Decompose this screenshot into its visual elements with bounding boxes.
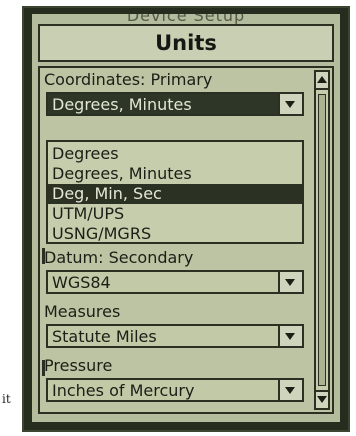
option-utm-ups[interactable]: UTM/UPS xyxy=(48,204,302,224)
coordinates-selected-value: Degrees, Minutes xyxy=(52,95,192,114)
scrollbar[interactable] xyxy=(314,70,330,410)
device-bezel: Device Setup Units Coordinates: Primary … xyxy=(22,6,350,432)
scroll-up-arrow-icon[interactable] xyxy=(316,72,328,90)
page-caption: it xyxy=(2,392,11,406)
chevron-down-icon[interactable] xyxy=(278,94,302,114)
chevron-down-icon[interactable] xyxy=(278,326,302,346)
option-degrees-minutes[interactable]: Degrees, Minutes xyxy=(48,164,302,184)
chevron-down-icon[interactable] xyxy=(278,380,302,400)
pressure-dropdown[interactable]: Inches of Mercury xyxy=(46,378,304,402)
settings-panel: Coordinates: Primary Degrees, Minutes De… xyxy=(38,66,334,414)
coordinates-dropdown[interactable]: Degrees, Minutes xyxy=(46,92,304,116)
option-degrees[interactable]: Degrees xyxy=(48,144,302,164)
option-usng-mgrs[interactable]: USNG/MGRS xyxy=(48,224,302,244)
datum-label: Datum: Secondary xyxy=(44,248,194,267)
chevron-down-icon[interactable] xyxy=(278,272,302,292)
measures-dropdown[interactable]: Statute Miles xyxy=(46,324,304,348)
coordinates-label: Coordinates: Primary xyxy=(44,70,213,89)
datum-dropdown[interactable]: WGS84 xyxy=(46,270,304,294)
scroll-thumb[interactable] xyxy=(318,94,326,386)
pressure-label: Pressure xyxy=(44,356,113,375)
datum-selected-value: WGS84 xyxy=(52,273,111,292)
option-deg-min-sec[interactable]: Deg, Min, Sec xyxy=(48,184,302,204)
page-title: Units xyxy=(155,31,217,55)
pressure-selected-value: Inches of Mercury xyxy=(52,381,195,400)
measures-selected-value: Statute Miles xyxy=(52,327,157,346)
scroll-down-arrow-icon[interactable] xyxy=(316,390,328,408)
device-screen: Device Setup Units Coordinates: Primary … xyxy=(32,14,340,422)
coordinates-options-list: Degrees Degrees, Minutes Deg, Min, Sec U… xyxy=(46,140,304,244)
title-bar: Units xyxy=(38,24,334,62)
measures-label: Measures xyxy=(44,302,121,321)
